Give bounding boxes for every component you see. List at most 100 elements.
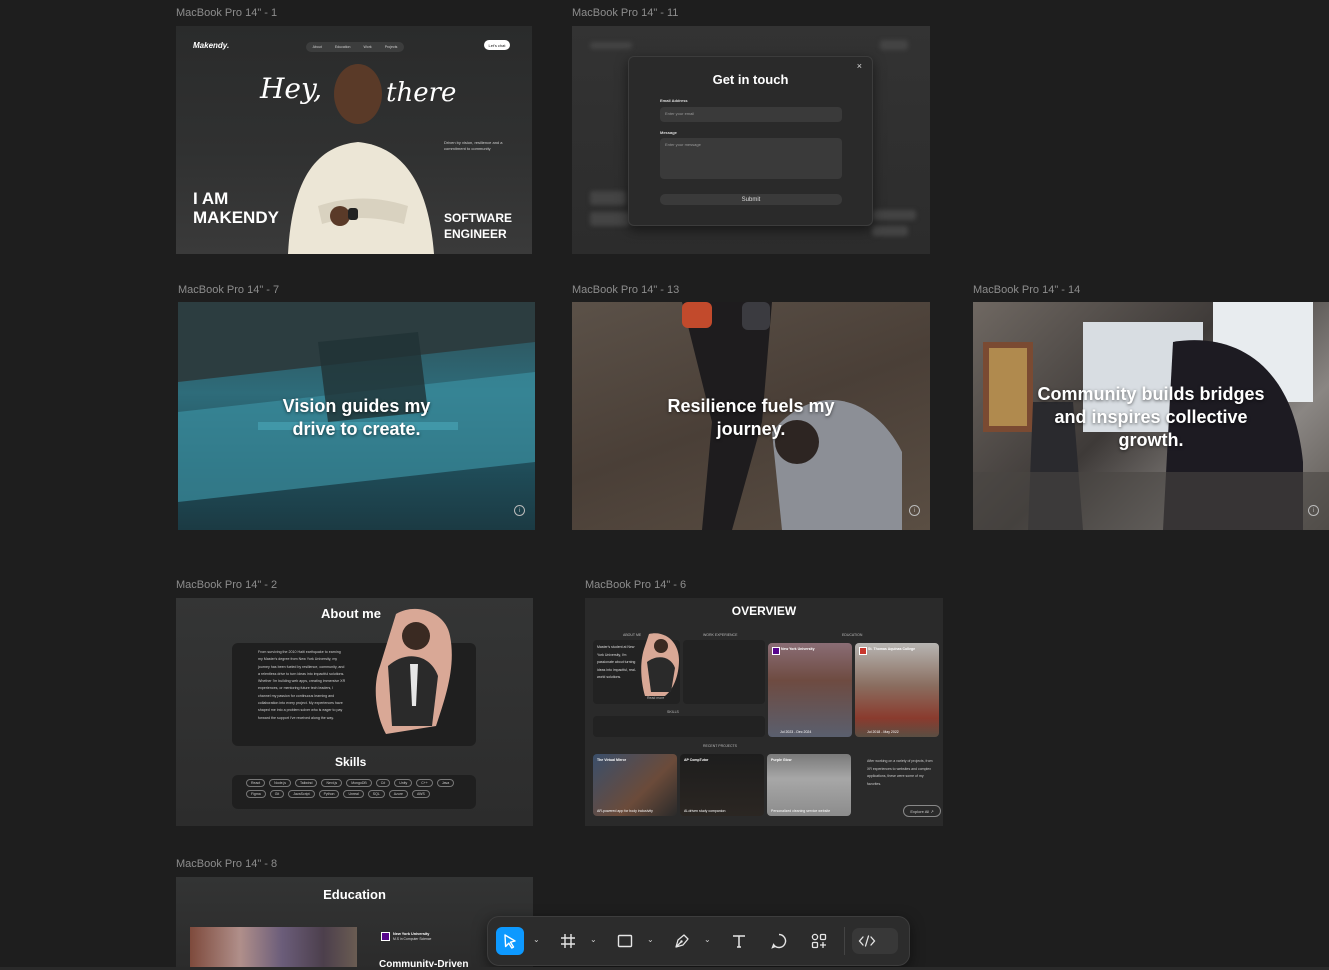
text-tool-button[interactable] — [725, 927, 753, 955]
education-title: Education — [323, 887, 386, 902]
hero-name: I AM MAKENDY — [193, 189, 279, 227]
quote-line: Community builds bridges — [1037, 384, 1265, 404]
quote-text: Vision guides my drive to create. — [178, 395, 535, 441]
chevron-down-icon[interactable]: ⌄ — [590, 935, 597, 944]
brand-logo: Makendy. — [193, 41, 230, 50]
frame-label[interactable]: MacBook Pro 14" - 1 — [176, 7, 277, 19]
skill-chip: Tailwind — [295, 779, 318, 787]
skill-chip: Python — [318, 790, 340, 798]
frame-label[interactable]: MacBook Pro 14" - 11 — [572, 7, 678, 19]
info-icon: i — [1308, 505, 1319, 516]
skill-chip: C# — [375, 779, 391, 787]
hero-role: SOFTWARE ENGINEER — [444, 210, 512, 242]
hero-role-line2: ENGINEER — [444, 227, 507, 241]
project-title: Purple Glow — [771, 758, 792, 762]
frame-resilience[interactable]: Resilience fuels my journey. i — [572, 302, 930, 530]
section-label: EDUCATION — [842, 633, 863, 637]
skills-card — [593, 716, 765, 737]
quote-line: and inspires collective — [1054, 407, 1248, 427]
move-tool-button[interactable] — [496, 927, 524, 955]
skill-chip: Unity — [394, 779, 413, 787]
skill-chip: JavaScript — [288, 790, 315, 798]
work-experience-card — [683, 640, 765, 704]
comment-tool-button[interactable] — [765, 927, 793, 955]
frame-icon — [561, 934, 575, 948]
frame-contact-modal[interactable]: × Get in touch Email Address Enter your … — [572, 26, 930, 254]
info-icon: i — [514, 505, 525, 516]
project-title: AP CompTutor — [684, 758, 709, 762]
chevron-down-icon[interactable]: ⌄ — [647, 935, 654, 944]
pen-tool-button[interactable] — [668, 927, 696, 955]
frame-education[interactable]: Education New York University M.S in Com… — [176, 877, 533, 970]
hero-blurb: Driven by vision, resilience and a commi… — [444, 140, 503, 151]
section-label: WORK EXPERIENCE — [703, 633, 738, 637]
rectangle-icon — [617, 934, 633, 948]
overview-title: OVERVIEW — [731, 604, 797, 618]
code-icon — [858, 935, 876, 947]
frame-label[interactable]: MacBook Pro 14" - 13 — [572, 284, 679, 296]
nyu-logo-icon — [772, 647, 780, 655]
comment-icon — [771, 933, 787, 949]
hero-name-line1: I AM — [193, 189, 229, 208]
quote-text: Community builds bridges and inspires co… — [973, 383, 1329, 452]
blurred-heading — [590, 212, 630, 226]
skill-chip: Azure — [388, 790, 408, 798]
read-more-link: Read more — [647, 696, 665, 700]
quote-text: Resilience fuels my journey. — [572, 395, 930, 441]
stthomas-card-title: St. Thomas Aquinas College — [868, 647, 916, 651]
skill-chip: Unreal — [343, 790, 364, 798]
frame-label[interactable]: MacBook Pro 14" - 7 — [178, 284, 279, 296]
stthomas-logo-icon — [859, 647, 867, 655]
about-thumb-image — [641, 633, 679, 696]
frame-label[interactable]: MacBook Pro 14" - 14 — [973, 284, 1080, 296]
quote-line: growth. — [1118, 430, 1184, 450]
chevron-down-icon[interactable]: ⌄ — [533, 935, 540, 944]
nyu-card-title: New York University — [781, 647, 815, 651]
quote-line: journey. — [716, 419, 786, 439]
quote-line: drive to create. — [292, 419, 421, 439]
frame-label[interactable]: MacBook Pro 14" - 2 — [176, 579, 277, 591]
modal-title: Get in touch — [712, 72, 789, 87]
quote-line: Vision guides my — [282, 396, 431, 416]
bottom-toolbar: ⌄ ⌄ ⌄ ⌄ — [487, 916, 910, 966]
skill-chip: C++ — [416, 779, 433, 787]
blurred-role — [872, 210, 916, 220]
blurred-heading — [590, 191, 626, 205]
dev-mode-toggle[interactable] — [852, 928, 898, 954]
message-field: Enter your message — [660, 138, 842, 179]
close-icon: × — [856, 61, 862, 71]
actions-tool-button[interactable] — [805, 927, 833, 955]
project-title: The Virtual Mirror — [597, 758, 627, 762]
skill-chip: MongoDB — [346, 779, 372, 787]
frame-label[interactable]: MacBook Pro 14" - 8 — [176, 858, 277, 870]
quote-line: Resilience fuels my — [667, 396, 835, 416]
email-field: Enter your email — [660, 107, 842, 122]
message-placeholder: Enter your message — [665, 142, 701, 147]
shape-tool-button[interactable] — [611, 927, 639, 955]
section-label: RECENT PROJECTS — [703, 744, 737, 748]
skill-chip: AWS — [411, 790, 430, 798]
about-portrait-image — [375, 608, 452, 734]
frame-overview[interactable]: OVERVIEW ABOUT ME WORK EXPERIENCE EDUCAT… — [585, 598, 943, 826]
frame-label[interactable]: MacBook Pro 14" - 6 — [585, 579, 686, 591]
frame-tool-button[interactable] — [554, 927, 582, 955]
project-card: AP CompTutor AI-driven study companion — [680, 754, 764, 816]
frame-hero[interactable]: Makendy. About Education Work Projects L… — [176, 26, 532, 254]
nyu-card: New York University Jul 2023 - Dec 2024 — [768, 643, 852, 737]
about-text: From surviving the 2010 Haiti earthquake… — [258, 650, 346, 720]
project-card: The Virtual Mirror AR-powered app for bo… — [593, 754, 677, 816]
hero-role-line1: SOFTWARE — [444, 211, 512, 225]
components-icon — [811, 933, 827, 949]
skill-chip: Node.js — [269, 779, 292, 787]
info-icon: i — [909, 505, 920, 516]
frame-community[interactable]: Community builds bridges and inspires co… — [973, 302, 1329, 530]
frame-about[interactable]: About me From surviving the 2010 Haiti e… — [176, 598, 533, 826]
chevron-down-icon[interactable]: ⌄ — [704, 935, 711, 944]
frame-vision[interactable]: Vision guides my drive to create. i — [178, 302, 535, 530]
nyu-name: New York University — [393, 932, 430, 936]
skill-chip: Figma — [246, 790, 266, 798]
projects-blurb: After working on a variety of projects, … — [867, 759, 933, 786]
skill-chip: Next.js — [321, 779, 343, 787]
skill-chip: React — [246, 779, 266, 787]
section-label: SKILLS — [667, 710, 679, 714]
